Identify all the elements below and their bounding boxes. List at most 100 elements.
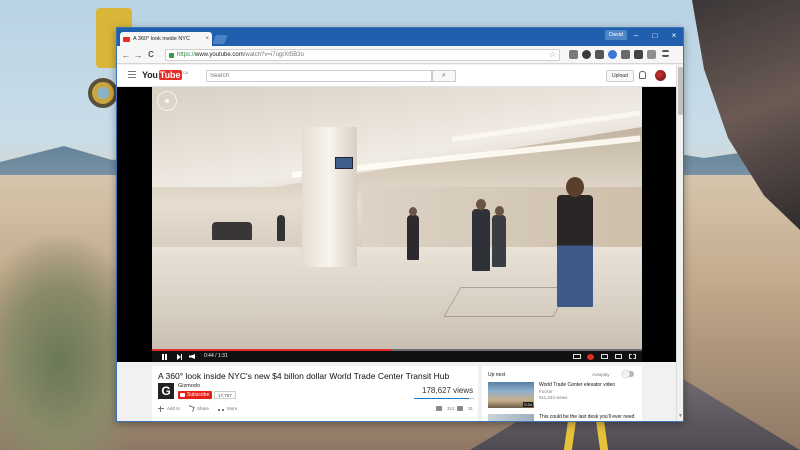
hamburger-menu-icon[interactable] [128, 71, 136, 78]
share-icon [187, 405, 195, 412]
scene-seated-people [212, 222, 252, 240]
fullscreen-icon[interactable] [629, 354, 636, 359]
next-video-channel: Fuckin' [539, 389, 554, 394]
chrome-menu-icon[interactable] [662, 50, 669, 57]
close-window-button[interactable]: × [665, 28, 683, 44]
next-video-title[interactable]: World Trade Center elevator video [539, 382, 615, 388]
add-to-label: Add to [167, 406, 181, 411]
like-count: 312 [447, 406, 455, 411]
dislike-button[interactable]: 31 [457, 406, 473, 411]
title-bar: A 360° look inside NYC × David – □ × [117, 28, 683, 46]
new-tab-button[interactable] [212, 35, 228, 44]
next-video-icon[interactable] [177, 354, 182, 360]
extension-icon[interactable] [582, 50, 591, 59]
add-to-button[interactable]: Add to [158, 406, 181, 412]
up-next-sidebar: Up next Autoplay 0:34 World Trade Center… [482, 366, 642, 421]
forward-button[interactable]: → [133, 49, 143, 61]
pause-icon[interactable] [162, 354, 167, 360]
address-bar[interactable]: https://www.youtube.com/watch?v=i7ogrXt5… [165, 49, 560, 61]
bookmark-star-icon[interactable]: ☆ [549, 49, 556, 61]
browser-tab[interactable]: A 360° look inside NYC × [120, 32, 212, 46]
extension-icon[interactable] [621, 50, 630, 59]
player-controls: 0:44 / 1:31 [152, 351, 642, 362]
dislike-count: 31 [468, 406, 474, 411]
time-display: 0:44 / 1:31 [204, 353, 228, 359]
minimize-button[interactable]: – [627, 28, 645, 44]
cast-icon[interactable] [615, 354, 622, 359]
scene-person [277, 215, 285, 241]
like-ratio-bar [414, 398, 474, 399]
more-label: More [227, 406, 238, 411]
second-video-thumbnail[interactable] [488, 414, 534, 421]
plus-icon [158, 406, 164, 412]
volume-icon[interactable] [189, 354, 195, 359]
more-button[interactable]: More [218, 406, 237, 411]
extension-icon[interactable] [595, 50, 604, 59]
maximize-button[interactable]: □ [646, 28, 664, 44]
next-video-thumbnail[interactable]: 0:34 [488, 382, 534, 408]
scene-person-head [409, 207, 417, 216]
channel-avatar[interactable]: G [158, 383, 174, 399]
video-player[interactable]: 0:44 / 1:31 [117, 87, 676, 362]
autoplay-label: Autoplay [592, 372, 610, 377]
logo-tube: Tube [158, 70, 182, 80]
reload-button[interactable]: C [146, 49, 156, 61]
scene-sign [335, 157, 353, 169]
scroll-down-arrow-icon[interactable]: ▼ [678, 413, 683, 419]
subtitles-icon[interactable] [573, 354, 581, 359]
scene-person [407, 215, 419, 260]
scene-person-head [566, 177, 584, 197]
youtube-header: You Tube CA ⌕ Upload [117, 65, 677, 87]
scene-ceiling [152, 87, 642, 187]
extension-icon[interactable] [569, 50, 578, 59]
account-avatar[interactable] [655, 70, 666, 81]
next-video-duration: 0:34 [523, 402, 533, 407]
scene-person [472, 209, 490, 271]
youtube-logo[interactable]: You Tube CA [142, 70, 188, 80]
search-input[interactable] [206, 70, 432, 82]
tab-close-icon[interactable]: × [205, 36, 209, 42]
second-video-title[interactable]: This could be the last desk you'll ever … [539, 414, 634, 420]
back-button[interactable]: ← [121, 49, 131, 61]
youtube-page: You Tube CA ⌕ Upload [117, 65, 683, 421]
browser-window: A 360° look inside NYC × David – □ × ← →… [116, 27, 684, 422]
thumbs-up-icon [436, 406, 442, 411]
scene-person [557, 195, 593, 307]
url-path: /watch?v=i7ogrXt5B3o [243, 52, 304, 58]
like-ratio-fill [414, 398, 470, 399]
scene-floor-mat [443, 287, 571, 317]
extension-icon[interactable] [647, 50, 656, 59]
extension-icon[interactable] [608, 50, 617, 59]
autoplay-toggle[interactable] [622, 370, 634, 378]
notifications-bell-icon[interactable] [639, 71, 646, 79]
share-button[interactable]: Share [187, 405, 210, 412]
thumbs-down-icon [457, 406, 463, 411]
scrollbar-thumb[interactable] [678, 67, 683, 115]
next-video-views: 511,243 views [539, 395, 568, 400]
upload-button[interactable]: Upload [606, 70, 634, 82]
youtube-favicon-icon [123, 36, 130, 42]
vr-compass-icon[interactable] [157, 91, 177, 111]
subscribe-button[interactable]: Subscribe [178, 391, 213, 399]
robot-eye [88, 78, 118, 108]
search-button[interactable]: ⌕ [432, 70, 456, 82]
video-frame[interactable] [152, 87, 642, 349]
more-dots-icon [218, 408, 224, 411]
theater-mode-icon[interactable] [601, 354, 608, 359]
logo-region: CA [182, 70, 189, 75]
scene-person [492, 215, 506, 267]
scene-person-head [495, 206, 504, 216]
channel-name[interactable]: Gizmodo [178, 383, 200, 389]
browser-toolbar: ← → C https://www.youtube.com/watch?v=i7… [117, 46, 683, 64]
url-text: https://www.youtube.com/watch?v=i7ogrXt5… [177, 52, 304, 58]
video-info-panel: A 360° look inside NYC's new $4 billon d… [152, 366, 478, 421]
share-label: Share [197, 406, 210, 411]
up-next-label: Up next [488, 372, 506, 378]
like-button[interactable]: 312 [436, 406, 455, 411]
mail-icon[interactable] [634, 50, 643, 59]
profile-badge[interactable]: David [605, 30, 628, 40]
video-title: A 360° look inside NYC's new $4 billon d… [158, 371, 450, 381]
scene-pillar [302, 127, 357, 267]
settings-gear-icon[interactable] [587, 354, 594, 360]
page-scrollbar[interactable]: ▼ [676, 65, 683, 421]
